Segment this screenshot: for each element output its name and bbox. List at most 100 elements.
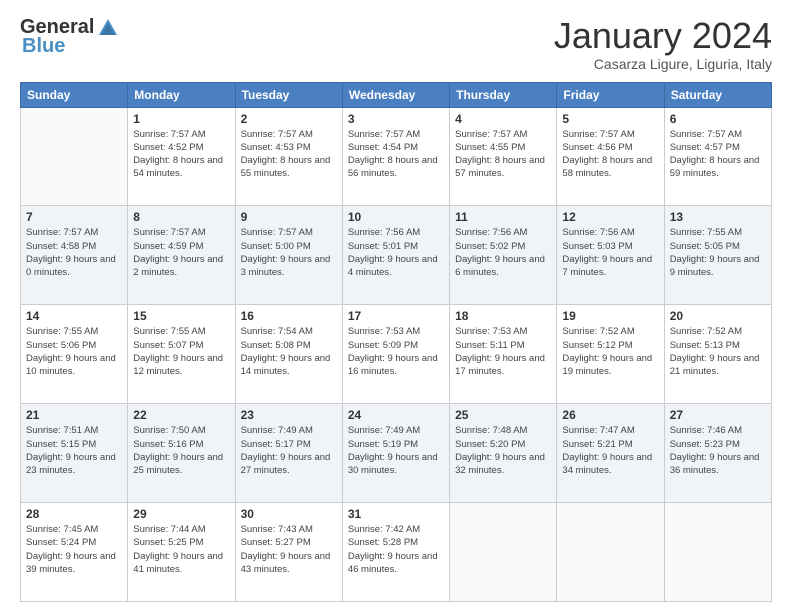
day-number: 6 [670, 112, 766, 126]
day-info: Sunrise: 7:51 AM Sunset: 5:15 PM Dayligh… [26, 424, 122, 477]
calendar-week-row: 1 Sunrise: 7:57 AM Sunset: 4:52 PM Daylig… [21, 107, 772, 206]
table-row: 10Sunrise: 7:56 AM Sunset: 5:01 PM Dayli… [342, 206, 449, 305]
day-number: 16 [241, 309, 337, 323]
table-row: 14Sunrise: 7:55 AM Sunset: 5:06 PM Dayli… [21, 305, 128, 404]
day-info: Sunrise: 7:54 AM Sunset: 5:08 PM Dayligh… [241, 325, 337, 378]
table-row: 4 Sunrise: 7:57 AM Sunset: 4:55 PM Daylig… [450, 107, 557, 206]
weekday-header-row: Sunday Monday Tuesday Wednesday Thursday… [21, 82, 772, 107]
table-row: 7 Sunrise: 7:57 AM Sunset: 4:58 PM Daylig… [21, 206, 128, 305]
table-row: 6Sunrise: 7:57 AM Sunset: 4:57 PM Daylig… [664, 107, 771, 206]
calendar-week-row: 7 Sunrise: 7:57 AM Sunset: 4:58 PM Daylig… [21, 206, 772, 305]
day-info: Sunrise: 7:44 AM Sunset: 5:25 PM Dayligh… [133, 523, 229, 576]
table-row: 26 Sunrise: 7:47 AM Sunset: 5:21 PM Dayli… [557, 404, 664, 503]
day-number: 28 [26, 507, 122, 521]
table-row: 16 Sunrise: 7:54 AM Sunset: 5:08 PM Dayli… [235, 305, 342, 404]
table-row: 5 Sunrise: 7:57 AM Sunset: 4:56 PM Daylig… [557, 107, 664, 206]
day-info: Sunrise: 7:47 AM Sunset: 5:21 PM Dayligh… [562, 424, 658, 477]
day-number: 24 [348, 408, 444, 422]
header-saturday: Saturday [664, 82, 771, 107]
day-info: Sunrise: 7:57 AM Sunset: 4:56 PM Dayligh… [562, 128, 658, 181]
day-number: 17 [348, 309, 444, 323]
day-info: Sunrise: 7:57 AM Sunset: 4:58 PM Dayligh… [26, 226, 122, 279]
day-info: Sunrise: 7:50 AM Sunset: 5:16 PM Dayligh… [133, 424, 229, 477]
table-row: 15 Sunrise: 7:55 AM Sunset: 5:07 PM Dayli… [128, 305, 235, 404]
page: General Blue January 2024 Casarza Ligure… [0, 0, 792, 612]
table-row: 30Sunrise: 7:43 AM Sunset: 5:27 PM Dayli… [235, 503, 342, 602]
calendar-week-row: 21 Sunrise: 7:51 AM Sunset: 5:15 PM Dayli… [21, 404, 772, 503]
logo-blue: Blue [22, 35, 65, 58]
day-number: 15 [133, 309, 229, 323]
table-row: 2Sunrise: 7:57 AM Sunset: 4:53 PM Daylig… [235, 107, 342, 206]
header-sunday: Sunday [21, 82, 128, 107]
header-wednesday: Wednesday [342, 82, 449, 107]
table-row: 27Sunrise: 7:46 AM Sunset: 5:23 PM Dayli… [664, 404, 771, 503]
table-row: 1 Sunrise: 7:57 AM Sunset: 4:52 PM Daylig… [128, 107, 235, 206]
day-number: 1 [133, 112, 229, 126]
table-row [450, 503, 557, 602]
day-number: 20 [670, 309, 766, 323]
table-row: 13 Sunrise: 7:55 AM Sunset: 5:05 PM Dayli… [664, 206, 771, 305]
calendar-week-row: 28 Sunrise: 7:45 AM Sunset: 5:24 PM Dayli… [21, 503, 772, 602]
logo: General Blue [20, 16, 120, 58]
day-number: 14 [26, 309, 122, 323]
table-row: 21 Sunrise: 7:51 AM Sunset: 5:15 PM Dayli… [21, 404, 128, 503]
day-info: Sunrise: 7:56 AM Sunset: 5:03 PM Dayligh… [562, 226, 658, 279]
day-info: Sunrise: 7:55 AM Sunset: 5:05 PM Dayligh… [670, 226, 766, 279]
day-number: 12 [562, 210, 658, 224]
day-info: Sunrise: 7:45 AM Sunset: 5:24 PM Dayligh… [26, 523, 122, 576]
day-info: Sunrise: 7:48 AM Sunset: 5:20 PM Dayligh… [455, 424, 551, 477]
table-row: 11Sunrise: 7:56 AM Sunset: 5:02 PM Dayli… [450, 206, 557, 305]
day-number: 22 [133, 408, 229, 422]
day-info: Sunrise: 7:56 AM Sunset: 5:02 PM Dayligh… [455, 226, 551, 279]
day-info: Sunrise: 7:52 AM Sunset: 5:13 PM Dayligh… [670, 325, 766, 378]
table-row: 29 Sunrise: 7:44 AM Sunset: 5:25 PM Dayli… [128, 503, 235, 602]
table-row: 12 Sunrise: 7:56 AM Sunset: 5:03 PM Dayli… [557, 206, 664, 305]
day-info: Sunrise: 7:57 AM Sunset: 4:55 PM Dayligh… [455, 128, 551, 181]
day-number: 23 [241, 408, 337, 422]
day-number: 31 [348, 507, 444, 521]
logo-icon [97, 17, 119, 39]
day-info: Sunrise: 7:57 AM Sunset: 4:52 PM Dayligh… [133, 128, 229, 181]
day-info: Sunrise: 7:57 AM Sunset: 4:53 PM Dayligh… [241, 128, 337, 181]
title-block: January 2024 Casarza Ligure, Liguria, It… [554, 16, 772, 72]
day-number: 10 [348, 210, 444, 224]
calendar-table: Sunday Monday Tuesday Wednesday Thursday… [20, 82, 772, 602]
table-row [557, 503, 664, 602]
day-number: 25 [455, 408, 551, 422]
table-row: 31Sunrise: 7:42 AM Sunset: 5:28 PM Dayli… [342, 503, 449, 602]
table-row: 20 Sunrise: 7:52 AM Sunset: 5:13 PM Dayli… [664, 305, 771, 404]
table-row: 17 Sunrise: 7:53 AM Sunset: 5:09 PM Dayli… [342, 305, 449, 404]
day-info: Sunrise: 7:52 AM Sunset: 5:12 PM Dayligh… [562, 325, 658, 378]
day-number: 4 [455, 112, 551, 126]
location-subtitle: Casarza Ligure, Liguria, Italy [554, 56, 772, 72]
day-info: Sunrise: 7:55 AM Sunset: 5:07 PM Dayligh… [133, 325, 229, 378]
day-number: 9 [241, 210, 337, 224]
header-thursday: Thursday [450, 82, 557, 107]
day-number: 21 [26, 408, 122, 422]
day-number: 29 [133, 507, 229, 521]
day-info: Sunrise: 7:57 AM Sunset: 4:59 PM Dayligh… [133, 226, 229, 279]
header-tuesday: Tuesday [235, 82, 342, 107]
day-number: 13 [670, 210, 766, 224]
header-monday: Monday [128, 82, 235, 107]
header-friday: Friday [557, 82, 664, 107]
day-number: 3 [348, 112, 444, 126]
table-row: 9Sunrise: 7:57 AM Sunset: 5:00 PM Daylig… [235, 206, 342, 305]
day-number: 30 [241, 507, 337, 521]
calendar-week-row: 14Sunrise: 7:55 AM Sunset: 5:06 PM Dayli… [21, 305, 772, 404]
day-number: 7 [26, 210, 122, 224]
day-info: Sunrise: 7:49 AM Sunset: 5:19 PM Dayligh… [348, 424, 444, 477]
day-number: 19 [562, 309, 658, 323]
day-number: 5 [562, 112, 658, 126]
day-number: 26 [562, 408, 658, 422]
table-row: 25 Sunrise: 7:48 AM Sunset: 5:20 PM Dayli… [450, 404, 557, 503]
month-title: January 2024 [554, 16, 772, 56]
day-info: Sunrise: 7:57 AM Sunset: 4:54 PM Dayligh… [348, 128, 444, 181]
table-row [21, 107, 128, 206]
table-row: 28 Sunrise: 7:45 AM Sunset: 5:24 PM Dayli… [21, 503, 128, 602]
day-number: 8 [133, 210, 229, 224]
table-row: 3 Sunrise: 7:57 AM Sunset: 4:54 PM Daylig… [342, 107, 449, 206]
day-info: Sunrise: 7:53 AM Sunset: 5:09 PM Dayligh… [348, 325, 444, 378]
day-info: Sunrise: 7:49 AM Sunset: 5:17 PM Dayligh… [241, 424, 337, 477]
header: General Blue January 2024 Casarza Ligure… [20, 16, 772, 72]
